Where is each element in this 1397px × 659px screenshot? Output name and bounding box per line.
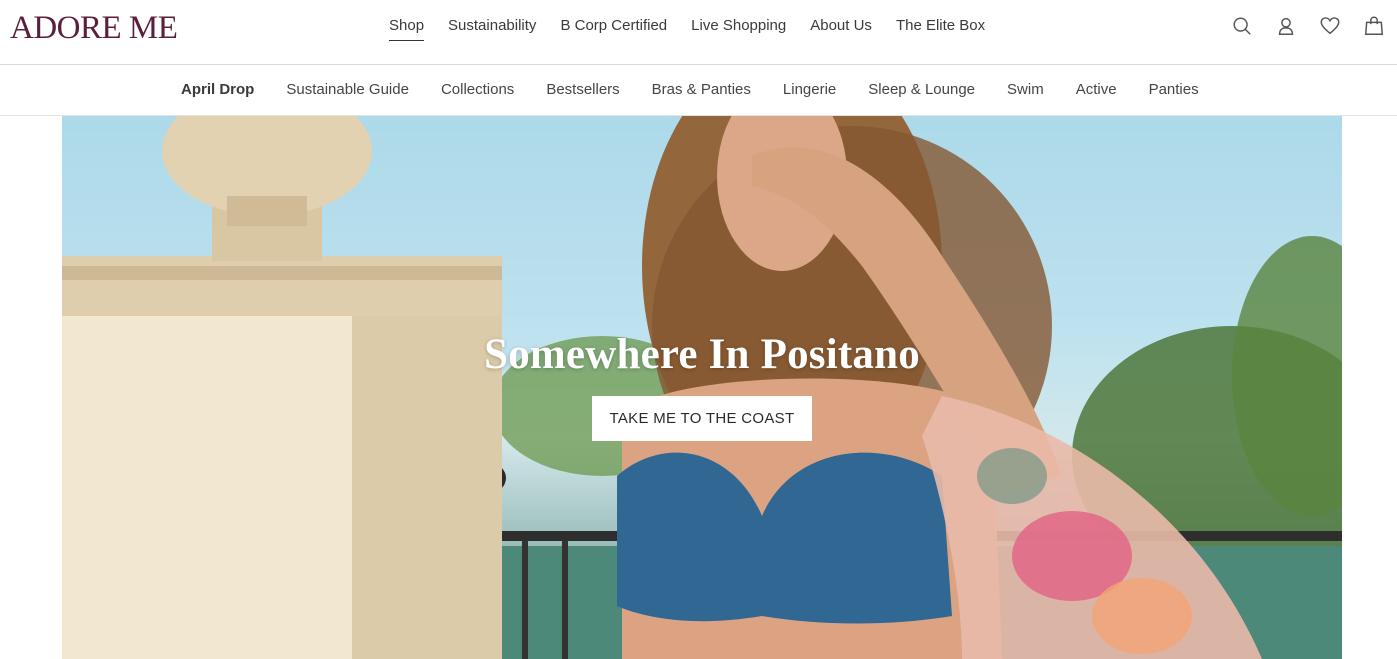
category-bras-panties[interactable]: Bras & Panties xyxy=(652,79,751,101)
site-header: ADORE ME Shop Sustainability B Corp Cert… xyxy=(0,0,1397,65)
category-sustainable-guide[interactable]: Sustainable Guide xyxy=(286,79,409,101)
main-nav-about-us[interactable]: About Us xyxy=(810,15,872,39)
take-me-to-the-coast-button[interactable]: TAKE ME TO THE COAST xyxy=(592,396,812,441)
category-april-drop[interactable]: April Drop xyxy=(181,79,254,101)
shopping-bag-icon[interactable] xyxy=(1361,13,1387,39)
utility-icons xyxy=(1229,13,1387,39)
category-collections[interactable]: Collections xyxy=(441,79,514,101)
main-nav-sustainability[interactable]: Sustainability xyxy=(448,15,536,39)
category-panties[interactable]: Panties xyxy=(1149,79,1199,101)
category-lingerie[interactable]: Lingerie xyxy=(783,79,836,101)
main-nav-elite-box[interactable]: The Elite Box xyxy=(896,15,985,39)
main-nav-b-corp-certified[interactable]: B Corp Certified xyxy=(560,15,667,39)
active-underline xyxy=(389,40,425,41)
category-nav: April Drop Sustainable Guide Collections… xyxy=(0,65,1397,116)
account-icon[interactable] xyxy=(1273,13,1299,39)
category-bestsellers[interactable]: Bestsellers xyxy=(546,79,619,101)
main-nav-shop[interactable]: Shop xyxy=(389,15,425,41)
main-nav-live-shopping[interactable]: Live Shopping xyxy=(691,15,786,39)
hero-banner[interactable]: Somewhere In Positano TAKE ME TO THE COA… xyxy=(62,116,1342,659)
main-nav: Shop Sustainability B Corp Certified Liv… xyxy=(389,15,1009,41)
hero-image xyxy=(62,116,1342,659)
search-icon[interactable] xyxy=(1229,13,1255,39)
category-active[interactable]: Active xyxy=(1076,79,1117,101)
wishlist-heart-icon[interactable] xyxy=(1317,13,1343,39)
hero-title: Somewhere In Positano xyxy=(484,331,920,378)
category-sleep-lounge[interactable]: Sleep & Lounge xyxy=(868,79,975,101)
category-swim[interactable]: Swim xyxy=(1007,79,1044,101)
main-nav-label: Shop xyxy=(389,17,425,34)
adore-me-logo[interactable]: ADORE ME xyxy=(10,8,178,48)
